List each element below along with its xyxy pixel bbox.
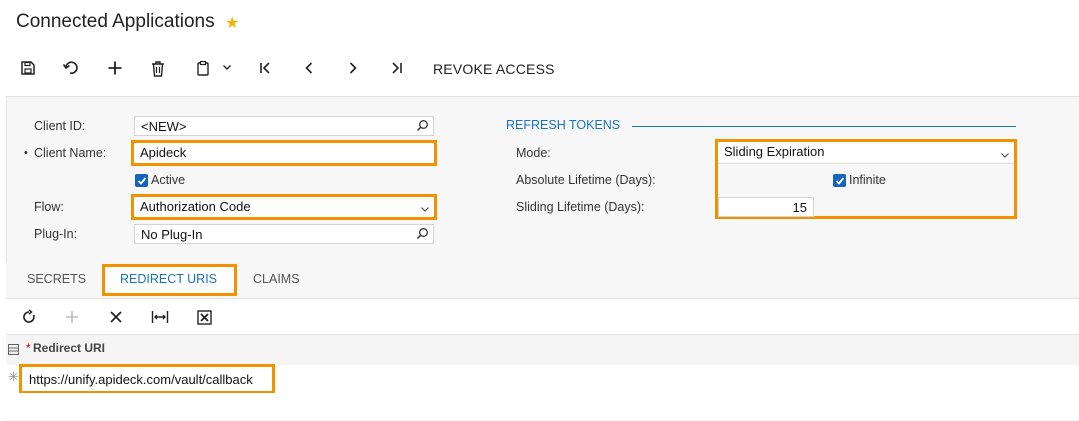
mode-label: Mode: xyxy=(516,146,551,160)
refresh-icon xyxy=(23,309,35,323)
export-excel-button[interactable] xyxy=(191,304,217,330)
refresh-button[interactable] xyxy=(16,304,42,330)
section-divider xyxy=(632,126,1016,127)
first-record-icon xyxy=(260,62,270,74)
client-name-value: Apideck xyxy=(140,145,187,160)
next-record-icon xyxy=(349,62,357,74)
previous-record-button[interactable] xyxy=(296,55,322,81)
infinite-label: Infinite xyxy=(849,173,886,187)
undo-icon xyxy=(62,61,78,74)
plugin-field[interactable]: No Plug-In xyxy=(134,224,434,244)
client-name-label: Client Name: xyxy=(34,146,107,160)
flow-value: Authorization Code xyxy=(140,199,251,214)
search-icon[interactable] xyxy=(416,227,429,243)
absolute-lifetime-label: Absolute Lifetime (Days): xyxy=(516,173,656,187)
active-checkbox[interactable] xyxy=(135,174,148,187)
chevron-down-icon xyxy=(420,201,430,216)
plugin-value: No Plug-In xyxy=(141,227,203,242)
last-record-button[interactable] xyxy=(384,55,410,81)
flow-label: Flow: xyxy=(34,200,64,214)
tab-redirect-uris[interactable]: REDIRECT URIS xyxy=(120,272,217,286)
refresh-tokens-header: REFRESH TOKENS xyxy=(506,118,621,132)
grid-empty-area xyxy=(6,393,1079,420)
previous-record-icon xyxy=(305,62,313,74)
revoke-access-button[interactable]: REVOKE ACCESS xyxy=(433,61,555,77)
delete-icon xyxy=(152,60,164,77)
grid-header xyxy=(6,334,1079,366)
save-icon xyxy=(21,61,35,75)
divider xyxy=(718,163,1014,164)
save-button[interactable] xyxy=(15,55,41,81)
copy-paste-dropdown-chevron-icon[interactable] xyxy=(220,60,234,74)
page-title: Connected Applications xyxy=(16,11,215,32)
client-id-value: <NEW> xyxy=(141,119,187,134)
delete-row-button[interactable] xyxy=(103,304,129,330)
infinite-checkbox[interactable] xyxy=(833,174,846,187)
favorite-star-icon[interactable]: ★ xyxy=(225,13,239,33)
first-record-button[interactable] xyxy=(252,55,278,81)
client-name-input[interactable]: Apideck xyxy=(134,143,434,163)
column-settings-icon[interactable] xyxy=(8,342,19,360)
client-id-label: Client ID: xyxy=(34,119,86,133)
add-row-button[interactable] xyxy=(59,304,85,330)
required-marker: • xyxy=(24,147,28,159)
new-row-icon: ✳ xyxy=(8,369,19,384)
mode-select[interactable]: Sliding Expiration xyxy=(718,142,1014,162)
delete-row-icon xyxy=(110,311,122,323)
undo-button[interactable] xyxy=(58,55,84,81)
last-record-icon xyxy=(392,62,402,74)
required-marker: * xyxy=(26,341,31,355)
copy-paste-icon xyxy=(197,60,209,76)
plugin-label: Plug-In: xyxy=(34,227,78,241)
export-excel-icon xyxy=(196,309,212,325)
delete-button[interactable] xyxy=(145,55,171,81)
redirect-uri-column-header[interactable]: Redirect URI xyxy=(33,341,105,355)
tab-claims[interactable]: CLAIMS xyxy=(253,272,300,286)
tab-secrets[interactable]: SECRETS xyxy=(27,272,86,286)
sliding-lifetime-value: 15 xyxy=(792,200,807,215)
search-icon[interactable] xyxy=(416,119,429,135)
add-button[interactable] xyxy=(102,55,128,81)
fit-columns-button[interactable] xyxy=(147,304,173,330)
sliding-lifetime-label: Sliding Lifetime (Days): xyxy=(516,200,645,214)
mode-value: Sliding Expiration xyxy=(724,144,825,159)
add-row-icon xyxy=(66,311,78,323)
copy-paste-button[interactable] xyxy=(190,55,216,81)
client-id-field[interactable]: <NEW> xyxy=(134,116,434,136)
active-label: Active xyxy=(151,173,186,187)
chevron-down-icon xyxy=(1000,147,1010,162)
redirect-uri-cell[interactable]: https://unify.apideck.com/vault/callback xyxy=(29,372,253,387)
next-record-button[interactable] xyxy=(340,55,366,81)
sliding-lifetime-input[interactable]: 15 xyxy=(718,197,814,217)
fit-columns-icon xyxy=(151,311,169,323)
flow-select[interactable]: Authorization Code xyxy=(134,197,434,217)
add-icon xyxy=(108,61,122,75)
